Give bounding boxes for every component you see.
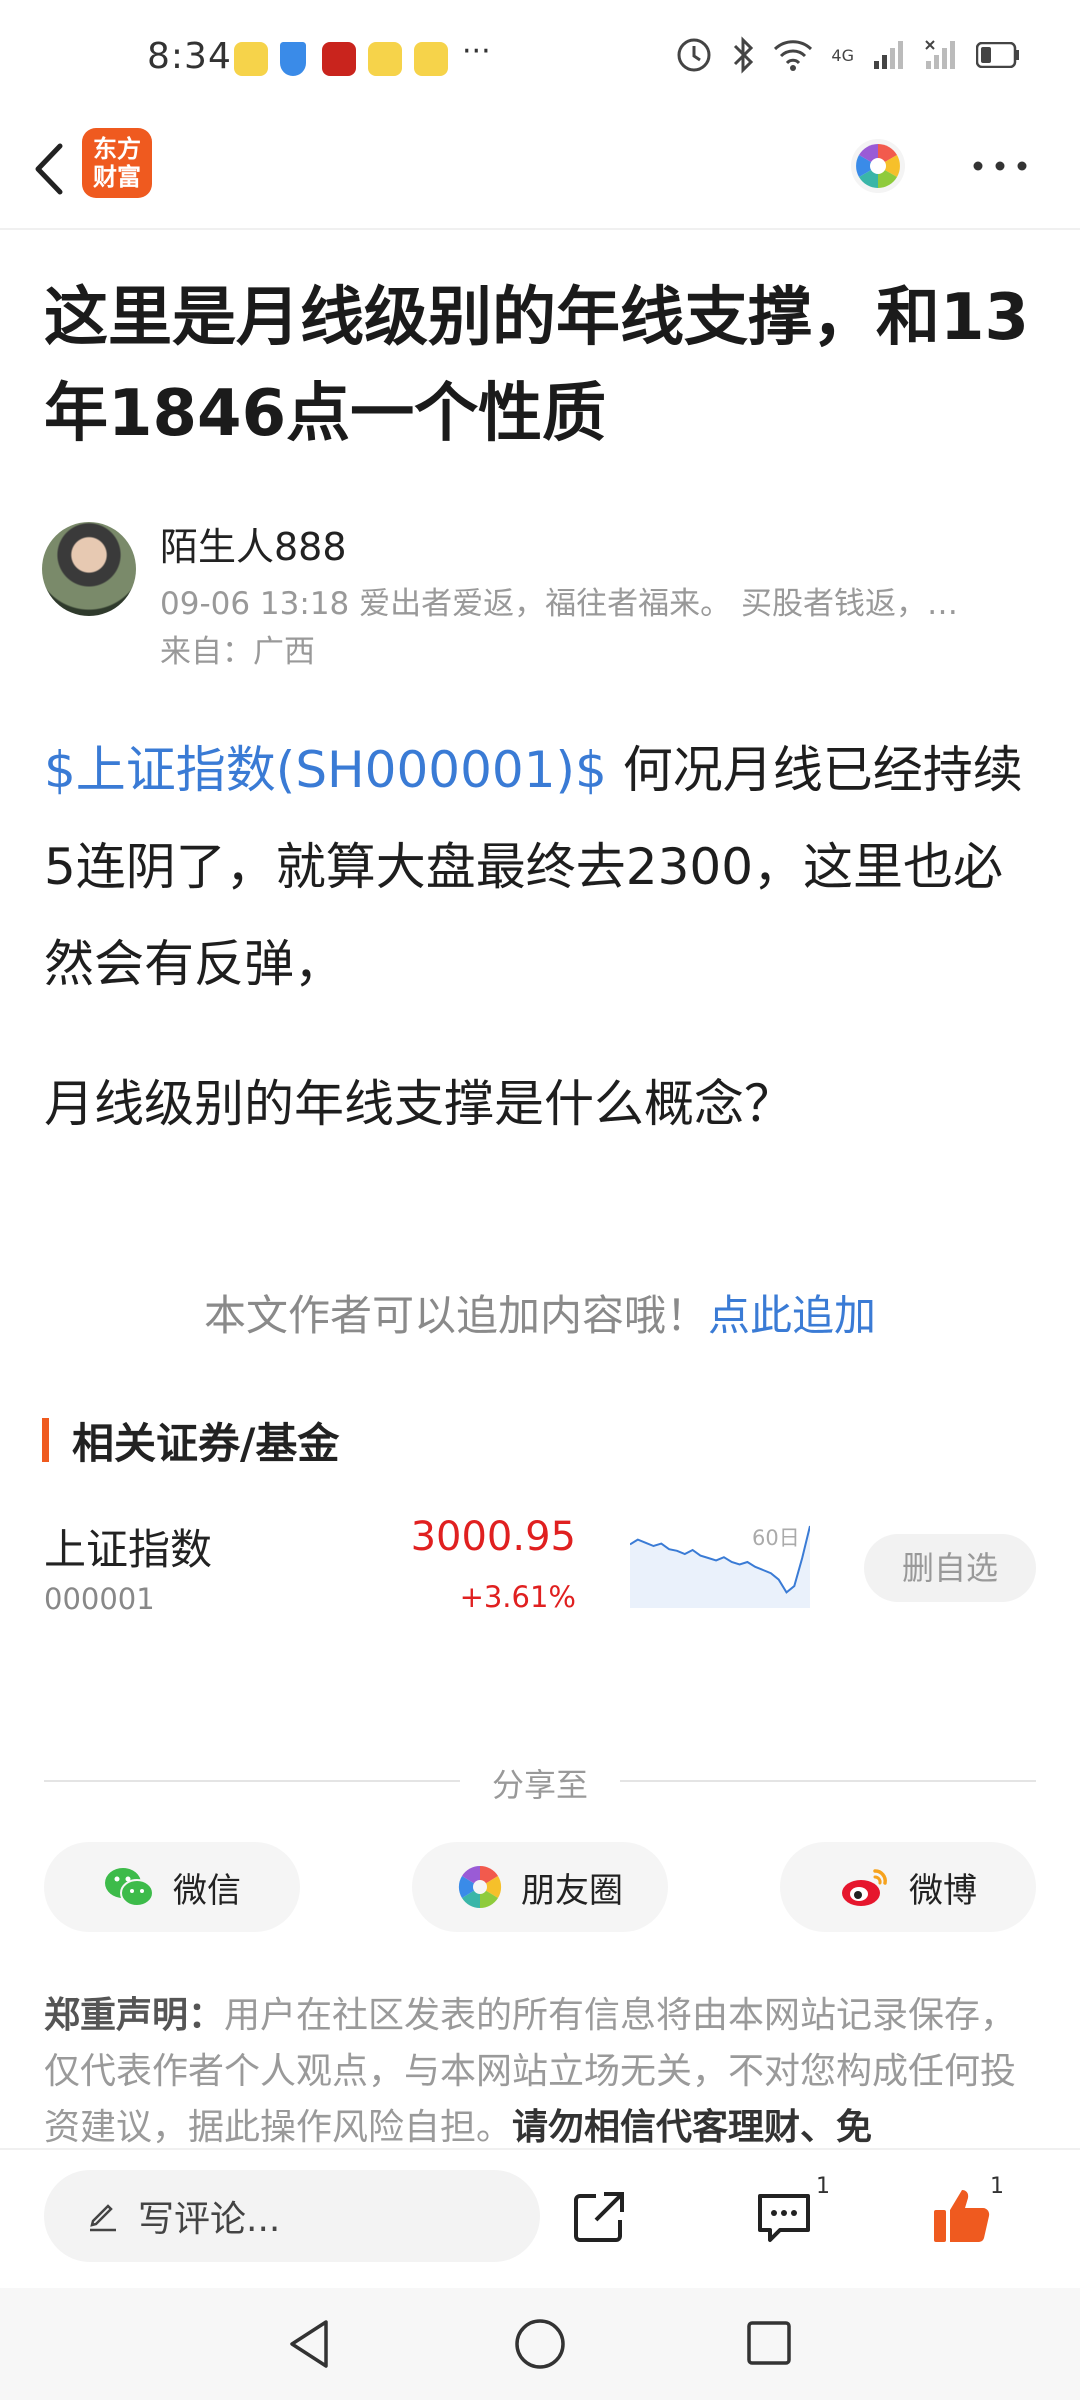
share-wechat-label: 微信 — [173, 1870, 241, 1911]
post-meta: 09-06 13:18 爱出者爱返，福往者福来。 买股者钱返，… — [160, 586, 958, 622]
like-count: 1 — [990, 2174, 1004, 2199]
status-time: 8:34 — [147, 36, 232, 77]
system-home-icon[interactable] — [512, 2316, 568, 2372]
system-nav-bar — [0, 2288, 1080, 2400]
stock-link[interactable]: $上证指数(SH000001)$ — [44, 741, 607, 799]
app-logo-line2: 财富 — [93, 163, 141, 191]
fund-name[interactable]: 上证指数 — [44, 1516, 212, 1577]
pencil-icon — [90, 2204, 116, 2232]
append-link[interactable]: 点此追加 — [708, 1291, 876, 1340]
back-arrow-icon[interactable] — [22, 134, 82, 204]
related-section-title: 相关证券/基金 — [72, 1419, 340, 1468]
signal-2-icon — [925, 40, 955, 69]
post-body-para2: 月线级别的年线支撑是什么概念？ — [44, 1075, 794, 1133]
wifi-icon — [774, 40, 813, 71]
top-nav-bar: 东方 财富 — [0, 110, 1080, 230]
battery-icon — [976, 42, 1019, 68]
weibo-notification-icon — [368, 42, 402, 76]
post-location: 来自：广西 — [160, 634, 315, 670]
more-notifications-icon: ··· — [462, 34, 491, 69]
bluetooth-icon — [734, 36, 754, 74]
status-indicators: 4G — [675, 36, 1020, 74]
share-label: 分享至 — [491, 1766, 588, 1804]
app-logo-line1: 东方 — [93, 135, 141, 163]
section-accent-bar — [42, 1418, 49, 1462]
network-type: 4G — [831, 45, 854, 65]
author-avatar[interactable] — [42, 522, 136, 616]
share-wechat-button[interactable]: 微信 — [44, 1842, 300, 1932]
divider — [620, 1780, 1036, 1782]
app-logo[interactable]: 东方 财富 — [82, 128, 152, 198]
weibo-notification-icon — [414, 42, 448, 76]
share-out-icon[interactable] — [570, 2188, 628, 2246]
weibo-notification-icon — [234, 42, 268, 76]
share-weibo-label: 微博 — [909, 1870, 977, 1911]
divider — [44, 1780, 460, 1782]
shield-notification-icon — [280, 42, 306, 76]
signal-icon — [874, 41, 903, 69]
post-title: 这里是月线级别的年线支撑，和13年1846点一个性质 — [44, 281, 1030, 451]
remove-watchlist-button[interactable]: 删自选 — [864, 1534, 1036, 1602]
system-back-icon[interactable] — [284, 2316, 334, 2372]
append-text: 本文作者可以追加内容哦！ — [203, 1291, 708, 1340]
comment-bar: 写评论... 1 1 — [0, 2148, 1080, 2290]
comment-input[interactable]: 写评论... — [44, 2170, 540, 2262]
sparkline-label: 60日 — [752, 1526, 800, 1550]
post-body: $上证指数(SH000001)$ 何况月线已经持续5连阴了，就算大盘最终去230… — [44, 722, 1044, 1013]
system-recent-apps-icon[interactable] — [744, 2318, 794, 2368]
share-moments-label: 朋友圈 — [521, 1870, 623, 1911]
wechat-icon — [105, 1868, 154, 1907]
app-notification-icon — [322, 42, 356, 76]
thumbs-up-icon[interactable] — [930, 2184, 994, 2248]
append-prompt: 本文作者可以追加内容哦！点此追加 — [0, 1282, 1080, 1343]
moments-icon — [458, 1865, 502, 1909]
comment-count: 1 — [816, 2174, 830, 2199]
more-options-icon[interactable] — [970, 156, 1030, 176]
status-bar: 8:34 ··· 4G — [0, 0, 1080, 110]
disclaimer-strong: 请勿相信代客理财、免 — [512, 2107, 873, 2148]
fund-code: 000001 — [44, 1582, 155, 1616]
disclaimer-heading: 郑重声明： — [44, 1995, 225, 2036]
comment-placeholder: 写评论... — [138, 2199, 281, 2240]
disclaimer: 郑重声明：用户在社区发表的所有信息将由本网站记录保存，仅代表作者个人观点，与本网… — [44, 1988, 1044, 2154]
moments-share-icon[interactable] — [850, 138, 906, 194]
fund-change: +3.61% — [459, 1580, 576, 1614]
weibo-icon — [842, 1869, 887, 1906]
share-moments-button[interactable]: 朋友圈 — [412, 1842, 668, 1932]
comment-icon[interactable] — [754, 2190, 814, 2246]
author-name[interactable]: 陌生人888 — [160, 516, 347, 571]
share-weibo-button[interactable]: 微博 — [780, 1842, 1036, 1932]
fund-price: 3000.95 — [410, 1514, 576, 1560]
alarm-icon — [677, 38, 711, 72]
